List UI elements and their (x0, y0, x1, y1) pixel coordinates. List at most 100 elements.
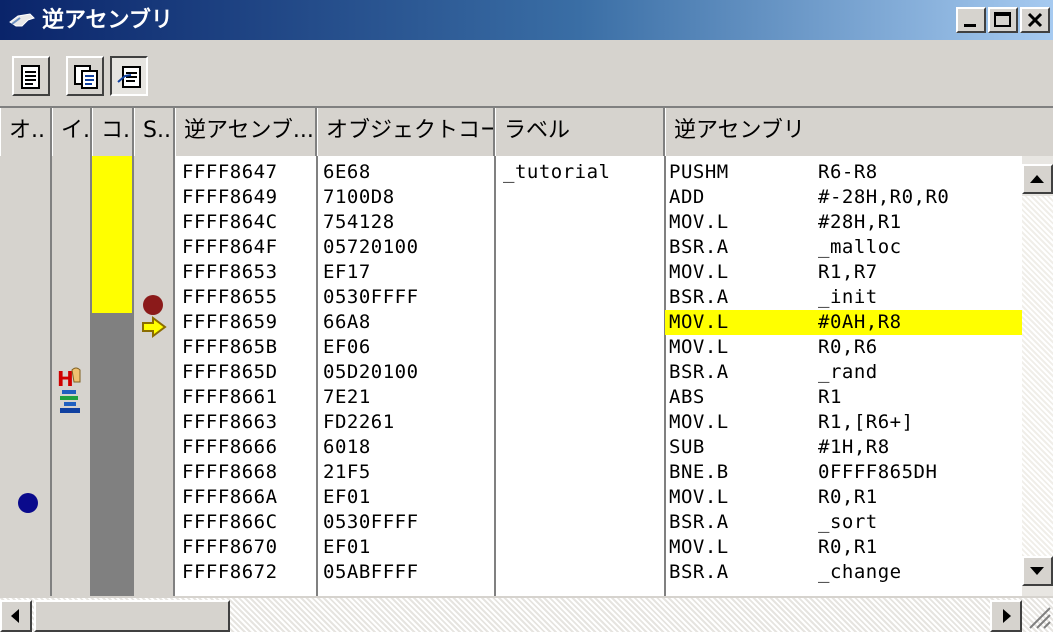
mixed-view-button[interactable] (66, 56, 104, 96)
operand-cell: _rand (818, 361, 878, 383)
mnemonic-cell: BSR.A (669, 286, 729, 308)
mnemonic-cell: BSR.A (669, 236, 729, 258)
address-cell: FFFF8653 (182, 261, 278, 283)
address-cell: FFFF8649 (182, 186, 278, 208)
operand-cell: R0,R1 (818, 536, 878, 558)
table-row[interactable]: FFFF8666 6018 SUB #1H,R8 (0, 435, 1030, 460)
event-point-icon[interactable]: H (56, 364, 86, 390)
table-row[interactable]: FFFF8653 EF17 MOV.L R1,R7 (0, 260, 1030, 285)
object-code-cell: 66A8 (323, 311, 371, 333)
address-cell: FFFF8663 (182, 411, 278, 433)
window-title: 逆アセンブリ (42, 8, 173, 33)
table-row[interactable]: FFFF8670 EF01 MOV.L R0,R1 (0, 535, 1030, 560)
operand-cell: #0AH,R8 (818, 311, 902, 333)
table-row[interactable]: FFFF864F 05720100 BSR.A _malloc (0, 235, 1030, 260)
table-row[interactable]: FFFF865B EF06 MOV.L R0,R6 (0, 335, 1030, 360)
operand-cell: R6-R8 (818, 161, 878, 183)
operand-cell: R0,R6 (818, 336, 878, 358)
operand-cell: _init (818, 286, 878, 308)
disassembly-view-button[interactable] (110, 56, 148, 96)
header-col-label[interactable]: ラベル (495, 108, 665, 156)
mnemonic-cell: MOV.L (669, 336, 729, 358)
disassembly-grid[interactable]: FFFF8647 6E68 _tutorial PUSHM R6-R8 FFFF8649 7… (0, 156, 1030, 596)
object-code-cell: 05ABFFFF (323, 561, 419, 583)
svg-text:H: H (57, 367, 74, 390)
address-cell: FFFF864F (182, 236, 278, 258)
document-icon (21, 65, 40, 89)
mnemonic-cell: MOV.L (669, 486, 729, 508)
table-row[interactable]: FFFF8663 FD2261 MOV.L R1,[R6+] (0, 410, 1030, 435)
object-code-cell: EF01 (323, 536, 371, 558)
address-cell: FFFF8647 (182, 161, 278, 183)
table-row[interactable]: FFFF866A EF01 MOV.L R0,R1 (0, 485, 1030, 510)
disassembly-icon (9, 13, 35, 27)
object-code-cell: 6018 (323, 436, 371, 458)
table-row[interactable]: FFFF866C 0530FFFF BSR.A _sort (0, 510, 1030, 535)
table-row[interactable]: FFFF865D 05D20100 BSR.A _rand (0, 360, 1030, 385)
header-col-1[interactable]: イ.. (52, 108, 92, 156)
address-cell: FFFF866C (182, 511, 278, 533)
minimize-button[interactable] (956, 7, 986, 33)
address-cell: FFFF865B (182, 336, 278, 358)
minimize-icon (964, 24, 976, 27)
mnemonic-cell: MOV.L (669, 261, 729, 283)
toolbar (0, 44, 1053, 106)
mnemonic-cell: PUSHM (669, 161, 729, 183)
horizontal-scrollbar[interactable] (0, 596, 1053, 632)
scroll-left-button[interactable] (0, 600, 32, 632)
object-code-cell: 7E21 (323, 386, 371, 408)
header-col-address[interactable]: 逆アセンブ... (175, 108, 317, 156)
title-bar[interactable]: 逆アセンブリ (0, 0, 1053, 42)
operand-cell: R1,R7 (818, 261, 878, 283)
vertical-scroll-track[interactable] (1022, 196, 1053, 556)
table-row[interactable]: FFFF8672 05ABFFFF BSR.A _change (0, 560, 1030, 585)
table-row[interactable]: FFFF8649 7100D8 ADD #-28H,R0,R0 (0, 185, 1030, 210)
address-cell: FFFF864C (182, 211, 278, 233)
resize-grip-icon[interactable] (1024, 602, 1052, 630)
mixed-document-icon (74, 65, 98, 89)
operand-cell: #-28H,R0,R0 (818, 186, 950, 208)
disassembly-window: 逆アセンブリ オ.. イ. コ.. S.. 逆アセンブ... オブジェクトコ ラ… (0, 0, 1053, 632)
scroll-down-button[interactable] (1022, 556, 1053, 586)
address-cell: FFFF866A (182, 486, 278, 508)
operand-cell: 0FFFF865DH (818, 461, 938, 483)
mnemonic-cell: SUB (669, 436, 705, 458)
source-view-button[interactable] (12, 56, 50, 96)
maximize-button[interactable] (988, 7, 1018, 33)
object-code-cell: 0530FFFF (323, 286, 419, 308)
scroll-right-button[interactable] (990, 600, 1022, 632)
close-button[interactable] (1020, 7, 1050, 33)
mnemonic-cell: MOV.L (669, 411, 729, 433)
mnemonic-cell: MOV.L (669, 211, 729, 233)
mnemonic-cell: ADD (669, 186, 705, 208)
table-row[interactable]: FFFF8661 7E21 ABS R1 (0, 385, 1030, 410)
header-col-3[interactable]: S.. (134, 108, 175, 156)
address-cell: FFFF865D (182, 361, 278, 383)
table-row[interactable]: FFFF8668 21F5 BNE.B 0FFFF865DH (0, 460, 1030, 485)
table-row[interactable]: FFFF8647 6E68 _tutorial PUSHM R6-R8 (0, 160, 1030, 185)
header-col-2[interactable]: コ.. (92, 108, 134, 156)
breakpoint-dot-icon[interactable] (141, 293, 165, 317)
address-cell: FFFF8672 (182, 561, 278, 583)
operand-cell: R1,[R6+] (818, 411, 914, 433)
horizontal-scroll-thumb[interactable] (34, 600, 230, 632)
trace-icon[interactable] (58, 388, 82, 416)
operand-cell: _sort (818, 511, 878, 533)
header-col-0[interactable]: オ.. (0, 108, 52, 156)
mnemonic-cell: BSR.A (669, 561, 729, 583)
header-col-object-code[interactable]: オブジェクトコー... (317, 108, 495, 156)
arrow-left-icon (11, 609, 19, 623)
arrow-up-icon (1030, 175, 1044, 183)
mnemonic-cell: MOV.L (669, 536, 729, 558)
scroll-up-button[interactable] (1022, 164, 1053, 194)
header-col-disassembly[interactable]: 逆アセンブリ (665, 108, 1053, 156)
object-code-cell: EF01 (323, 486, 371, 508)
address-cell: FFFF8666 (182, 436, 278, 458)
mnemonic-cell: ABS (669, 386, 705, 408)
maximize-icon (994, 12, 1011, 27)
table-row[interactable]: FFFF864C 754128 MOV.L #28H,R1 (0, 210, 1030, 235)
close-icon (1027, 12, 1043, 28)
address-cell: FFFF8661 (182, 386, 278, 408)
vertical-scrollbar[interactable] (1022, 156, 1053, 596)
bookmark-dot-icon[interactable] (16, 491, 40, 515)
